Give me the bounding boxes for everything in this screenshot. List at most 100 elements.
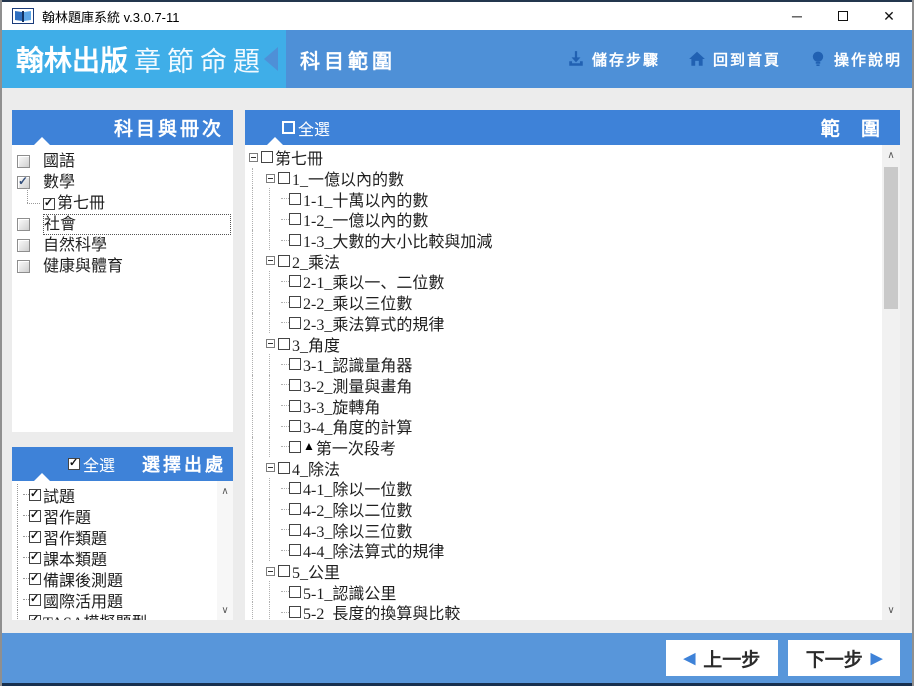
collapse-icon[interactable] [266,339,275,349]
checkbox[interactable] [278,461,290,474]
scroll-down-icon[interactable]: ∨ [217,602,233,618]
tree-item[interactable]: 4-1_除以一位數 [245,478,882,499]
checkbox[interactable] [289,399,301,412]
checkbox[interactable] [289,482,301,495]
tree-item[interactable]: 4-2_除以二位數 [245,498,882,520]
checkbox[interactable] [29,571,41,585]
collapse-icon[interactable] [266,566,275,576]
collapse-icon[interactable] [249,152,258,162]
checkbox[interactable] [289,420,301,433]
subject-item[interactable]: 國語 [12,151,233,172]
collapse-icon[interactable] [266,173,275,183]
tree-item[interactable]: 3-4_角度的計算 [245,415,882,437]
tree-item[interactable]: 2-1_乘以一、二位數 [245,271,882,292]
tree-item[interactable]: 2_乘法 [245,250,882,272]
checkbox[interactable] [289,523,301,536]
previous-step-button[interactable]: ◀ 上一步 [666,640,778,676]
tree-item[interactable]: 3-3_旋轉角 [245,395,882,417]
tree-item[interactable]: 第七冊 [245,147,882,168]
scrollbar-thumb[interactable] [884,167,898,309]
item-label[interactable]: 數學 [43,173,75,192]
source-item[interactable]: 試題 [12,484,217,506]
subject-item[interactable]: 社會 [12,214,233,235]
tree-item[interactable]: 1_一億以內的數 [245,167,882,189]
tree-scrollbar[interactable]: ∧ ∨ [882,145,900,620]
subject-item[interactable]: 自然科學 [12,235,233,256]
checkbox[interactable] [289,378,301,391]
tree-item[interactable]: 5_公里 [245,560,882,582]
tree-item[interactable]: 3-1_認識量角器 [245,353,882,375]
checkbox[interactable] [289,544,301,557]
checkbox[interactable] [17,218,30,231]
checkbox[interactable] [278,172,290,185]
checkbox[interactable] [289,503,301,516]
checkbox[interactable] [17,260,30,273]
checkbox[interactable] [29,508,41,522]
checkbox[interactable] [29,529,41,543]
source-item[interactable]: 習作題 [12,505,217,527]
tree-item[interactable]: ▲ 第一次段考 [245,436,882,458]
home-button[interactable]: 回到首頁 [688,49,781,70]
next-step-button[interactable]: 下一步 ▶ [788,640,900,676]
select-all-scope-checkbox[interactable] [282,121,295,134]
item-label[interactable]: 國語 [43,152,75,171]
tree-item[interactable]: 4-3_除以三位數 [245,519,882,541]
tree-item[interactable]: 2-3_乘法算式的規律 [245,312,882,334]
close-icon[interactable]: ✕ [866,2,912,30]
checkbox[interactable] [289,585,301,598]
checkbox[interactable] [278,254,290,267]
checkbox[interactable] [43,196,55,210]
tree-item[interactable]: 3-2_測量與畫角 [245,374,882,396]
minimize-icon[interactable]: ─ [774,2,820,30]
tree-item[interactable]: 1-3_大數的大小比較與加減 [245,229,882,251]
tree-item[interactable]: 4_除法 [245,457,882,479]
maximize-icon[interactable] [820,2,866,30]
checkbox[interactable] [289,275,301,288]
checkbox[interactable] [17,155,30,168]
subject-item[interactable]: 數學 [12,172,233,193]
volume-item[interactable]: 第七冊 [12,188,233,214]
checkbox[interactable] [289,316,301,329]
tree-item[interactable]: 1-2_一億以內的數 [245,209,882,230]
source-item[interactable]: TASA模擬題型 [12,610,217,620]
checkbox[interactable] [278,565,290,578]
sources-scrollbar[interactable]: ∧ ∨ [217,481,233,620]
scroll-down-icon[interactable]: ∨ [882,602,900,618]
item-label[interactable]: 健康與體育 [43,257,123,276]
tree-item[interactable]: 3_角度 [245,333,882,355]
source-item[interactable]: 國際活用題 [12,589,217,611]
item-label[interactable]: 自然科學 [43,236,107,255]
select-all-scope-label[interactable]: 全選 [298,116,330,140]
source-item[interactable]: 習作類題 [12,526,217,548]
source-item[interactable]: 備課後測題 [12,568,217,590]
source-item[interactable]: 課本類題 [12,547,217,569]
scroll-up-icon[interactable]: ∧ [217,483,233,499]
collapse-icon[interactable] [266,256,275,266]
checkbox[interactable] [29,613,41,620]
checkbox[interactable] [17,174,30,189]
scroll-up-icon[interactable]: ∧ [882,147,900,163]
select-all-sources-label[interactable]: 全選 [83,452,115,476]
checkbox[interactable] [29,487,41,501]
checkbox[interactable] [17,239,30,252]
tree-item[interactable]: 1-1_十萬以內的數 [245,188,882,210]
checkbox[interactable] [289,296,301,309]
tree-item[interactable]: 5-2_長度的換算與比較 [245,602,882,620]
checkbox[interactable] [278,337,290,350]
help-button[interactable]: 操作說明 [809,49,902,70]
item-label[interactable]: 第七冊 [57,194,105,213]
save-steps-button[interactable]: 儲存步驟 [567,49,660,70]
select-all-sources-checkbox[interactable] [68,456,80,470]
checkbox[interactable] [261,151,273,164]
tree-item[interactable]: 2-2_乘以三位數 [245,291,882,313]
checkbox[interactable] [289,440,301,453]
item-label[interactable]: TASA模擬題型 [43,609,148,621]
tree-item[interactable]: 4-4_除法算式的規律 [245,540,882,561]
checkbox[interactable] [29,592,41,606]
item-label[interactable]: 社會 [43,214,231,235]
checkbox[interactable] [289,234,301,247]
tree-item[interactable]: 5-1_認識公里 [245,581,882,603]
tree-label[interactable]: 5-2_長度的換算與比較 [303,600,460,620]
checkbox[interactable] [289,358,301,371]
checkbox[interactable] [289,606,301,619]
